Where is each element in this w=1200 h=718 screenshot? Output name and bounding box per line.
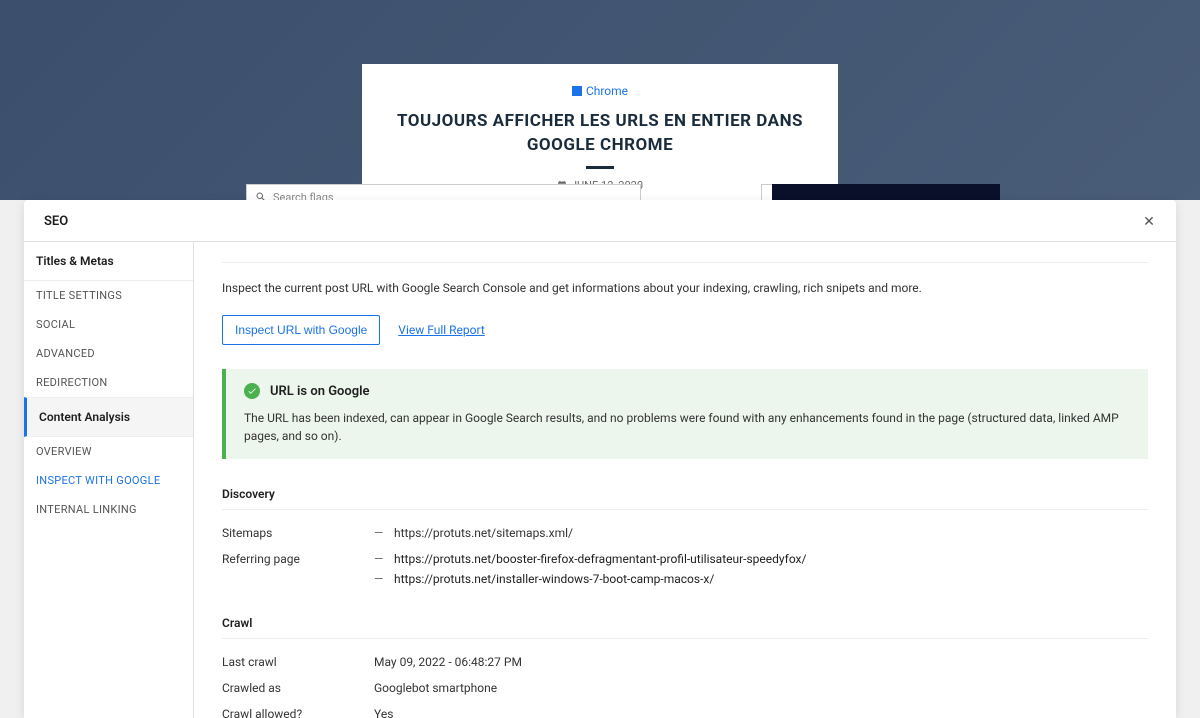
last-crawl-value: May 09, 2022 - 06:48:27 PM: [374, 655, 1148, 669]
last-crawl-row: Last crawl May 09, 2022 - 06:48:27 PM: [222, 649, 1148, 675]
sitemaps-row: Sitemaps — https://protuts.net/sitemaps.…: [222, 520, 1148, 546]
referring-label: Referring page: [222, 552, 374, 566]
last-crawl-label: Last crawl: [222, 655, 374, 669]
panel-header: SEO ✕: [24, 200, 1176, 241]
sidebar-title-settings[interactable]: TITLE SETTINGS: [24, 281, 193, 310]
sidebar-social[interactable]: SOCIAL: [24, 310, 193, 339]
sidebar-internal-linking[interactable]: INTERNAL LINKING: [24, 495, 193, 524]
search-flags-row: Search flags Reset all: [200, 184, 1000, 200]
dark-sidebar-preview: [772, 184, 1000, 200]
category-label: Chrome: [586, 84, 628, 98]
title-divider: [586, 166, 614, 169]
chrome-icon: [572, 86, 582, 96]
crawl-section: Crawl Last crawl May 09, 2022 - 06:48:27…: [222, 616, 1148, 718]
sidebar-redirection[interactable]: REDIRECTION: [24, 368, 193, 397]
panel-body: Titles & Metas TITLE SETTINGS SOCIAL ADV…: [24, 241, 1176, 718]
search-icon: [255, 191, 267, 200]
sitemaps-label: Sitemaps: [222, 526, 374, 540]
referring-values: —https://protuts.net/booster-firefox-def…: [374, 552, 806, 586]
crawl-allowed-label: Crawl allowed?: [222, 707, 374, 718]
referring-row: Referring page —https://protuts.net/boos…: [222, 546, 1148, 592]
check-icon: [244, 383, 260, 399]
content-description: Inspect the current post URL with Google…: [222, 262, 1148, 295]
search-placeholder: Search flags: [273, 191, 334, 201]
sidebar-overview[interactable]: OVERVIEW: [24, 437, 193, 466]
hero-background: Chrome TOUJOURS AFFICHER LES URLS EN ENT…: [0, 0, 1200, 200]
article-title: TOUJOURS AFFICHER LES URLS EN ENTIER DAN…: [392, 110, 808, 158]
referring-value-1: https://protuts.net/booster-firefox-defr…: [394, 552, 806, 566]
status-title: URL is on Google: [270, 384, 370, 399]
sidebar-titles-metas[interactable]: Titles & Metas: [24, 242, 193, 281]
crawled-as-label: Crawled as: [222, 681, 374, 695]
crawl-title: Crawl: [222, 616, 1148, 639]
status-header: URL is on Google: [244, 383, 1130, 399]
search-flags-input[interactable]: Search flags: [246, 184, 641, 200]
referring-value-2: https://protuts.net/installer-windows-7-…: [394, 572, 714, 586]
status-description: The URL has been indexed, can appear in …: [244, 409, 1130, 445]
sidebar-inspect-google[interactable]: INSPECT WITH GOOGLE: [24, 466, 193, 495]
discovery-title: Discovery: [222, 487, 1148, 510]
inspect-url-button[interactable]: Inspect URL with Google: [222, 315, 380, 345]
crawled-as-row: Crawled as Googlebot smartphone: [222, 675, 1148, 701]
sidebar: Titles & Metas TITLE SETTINGS SOCIAL ADV…: [24, 242, 194, 718]
article-card: Chrome TOUJOURS AFFICHER LES URLS EN ENT…: [362, 64, 838, 200]
close-button[interactable]: ✕: [1142, 215, 1156, 229]
sitemaps-value: https://protuts.net/sitemaps.xml/: [394, 526, 1148, 540]
seo-panel: SEO ✕ Titles & Metas TITLE SETTINGS SOCI…: [24, 200, 1176, 718]
crawl-allowed-value: Yes: [374, 707, 1148, 718]
status-box: URL is on Google The URL has been indexe…: [222, 369, 1148, 459]
crawled-as-value: Googlebot smartphone: [374, 681, 1148, 695]
category-link[interactable]: Chrome: [392, 84, 808, 98]
action-row: Inspect URL with Google View Full Report: [222, 315, 1148, 345]
dash: —: [374, 526, 394, 540]
crawl-allowed-row: Crawl allowed? Yes: [222, 701, 1148, 718]
discovery-section: Discovery Sitemaps — https://protuts.net…: [222, 487, 1148, 592]
panel-title: SEO: [44, 214, 68, 229]
view-full-report-link[interactable]: View Full Report: [398, 323, 484, 337]
sidebar-content-analysis[interactable]: Content Analysis: [24, 397, 193, 437]
sidebar-advanced[interactable]: ADVANCED: [24, 339, 193, 368]
content-area: Inspect the current post URL with Google…: [194, 242, 1176, 718]
